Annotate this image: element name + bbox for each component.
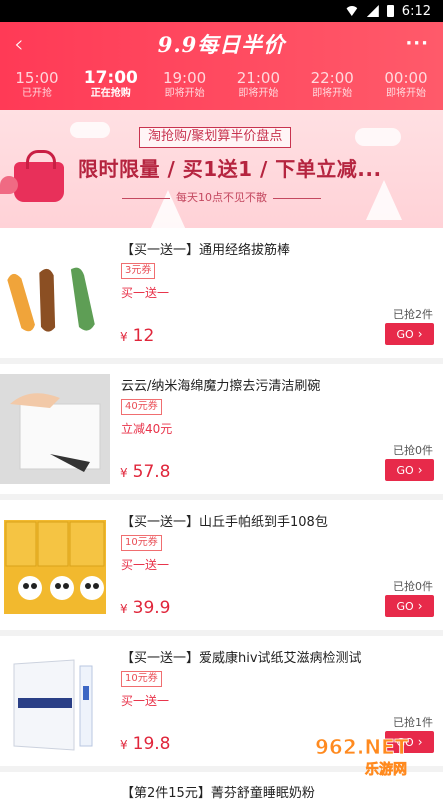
promo-text: 买一送一 <box>121 692 169 709</box>
clock: 6:12 <box>402 4 431 19</box>
product-list: 【买一送一】通用经络拔筋棒 3元券 买一送一 已抢2件 ¥12 GO› 云云/纳… <box>0 228 443 812</box>
go-button[interactable]: GO› <box>385 323 434 345</box>
app-header: ‹ 9.9每日半价 ··· <box>0 22 443 65</box>
product-name[interactable]: 【买一送一】山丘手帕纸到手108包 <box>121 511 328 530</box>
chevron-right-icon: › <box>418 463 423 477</box>
chevron-right-icon: › <box>418 599 423 613</box>
product-card[interactable]: 云云/纳米海绵魔力擦去污清洁刷碗 40元券 立减40元 已抢0件 ¥57.8 G… <box>0 364 443 494</box>
cloud-decoration <box>70 122 110 138</box>
status-bar: 6:12 <box>0 0 443 22</box>
sold-count: 已抢0件 <box>393 578 433 594</box>
price: ¥39.9 <box>120 598 171 618</box>
time-tabs: 15:00已开抢 17:00正在抢购 19:00即将开始 21:00即将开始 2… <box>0 65 443 110</box>
coupon-badge: 3元券 <box>121 263 155 279</box>
time-tab-active[interactable]: 17:00正在抢购 <box>82 65 140 110</box>
coupon-badge: 10元券 <box>121 671 162 687</box>
banner-tagline: 每天10点不见不散 <box>0 189 443 205</box>
more-dots-icon[interactable]: ··· <box>399 33 429 54</box>
time-tab[interactable]: 21:00即将开始 <box>229 65 287 110</box>
promo-text: 买一送一 <box>121 556 169 573</box>
sold-count: 已抢0件 <box>393 442 433 458</box>
sold-count: 已抢2件 <box>393 306 433 322</box>
coupon-badge: 10元券 <box>121 535 162 551</box>
svg-text:乐游网: 乐游网 <box>365 761 407 778</box>
svg-text:962.NET: 962.NET <box>315 735 409 759</box>
product-name[interactable]: 【买一送一】通用经络拔筋棒 <box>121 239 290 258</box>
promo-text: 买一送一 <box>121 284 169 301</box>
time-tab[interactable]: 19:00即将开始 <box>156 65 214 110</box>
test-kit-image <box>0 646 110 756</box>
go-button[interactable]: GO› <box>385 595 434 617</box>
time-tab[interactable]: 00:00即将开始 <box>377 65 435 110</box>
price: ¥19.8 <box>120 734 171 754</box>
sold-count: 已抢1件 <box>393 714 433 730</box>
product-card[interactable]: 【买一送一】通用经络拔筋棒 3元券 买一送一 已抢2件 ¥12 GO› <box>0 228 443 358</box>
price: ¥57.8 <box>120 462 171 482</box>
promo-banner[interactable]: 淘抢购/聚划算半价盘点 限时限量 / 买1送1 / 下单立减... 每天10点不… <box>0 110 443 228</box>
product-name[interactable]: 云云/纳米海绵魔力擦去污清洁刷碗 <box>121 375 320 394</box>
go-button[interactable]: GO› <box>385 459 434 481</box>
time-tab[interactable]: 15:00已开抢 <box>8 65 66 110</box>
back-chevron-icon[interactable]: ‹ <box>14 30 44 58</box>
price: ¥12 <box>120 326 154 346</box>
tissue-pack-image <box>0 510 110 620</box>
sponge-image <box>0 374 110 484</box>
page-title: 9.9每日半价 <box>158 29 286 59</box>
battery-icon <box>387 5 394 17</box>
product-name[interactable]: 【第2件15元】菁芬舒童睡眠奶粉 <box>121 782 315 801</box>
watermark-logo: 962.NET 乐游网 <box>307 732 437 780</box>
banner-title: 限时限量 / 买1送1 / 下单立减... <box>78 153 382 182</box>
chevron-right-icon: › <box>418 327 423 341</box>
coupon-badge: 40元券 <box>121 399 162 415</box>
banner-subtitle: 淘抢购/聚划算半价盘点 <box>139 127 291 148</box>
time-tab[interactable]: 22:00即将开始 <box>303 65 361 110</box>
product-name[interactable]: 【买一送一】爱威康hiv试纸艾滋病检测试 <box>121 647 362 666</box>
signal-icon <box>367 5 379 17</box>
wifi-icon <box>345 6 359 16</box>
product-card[interactable]: 【买一送一】山丘手帕纸到手108包 10元券 买一送一 已抢0件 ¥39.9 G… <box>0 500 443 630</box>
scraping-sticks-image <box>0 238 110 348</box>
cloud-decoration <box>355 128 401 146</box>
promo-text: 立减40元 <box>121 420 172 437</box>
